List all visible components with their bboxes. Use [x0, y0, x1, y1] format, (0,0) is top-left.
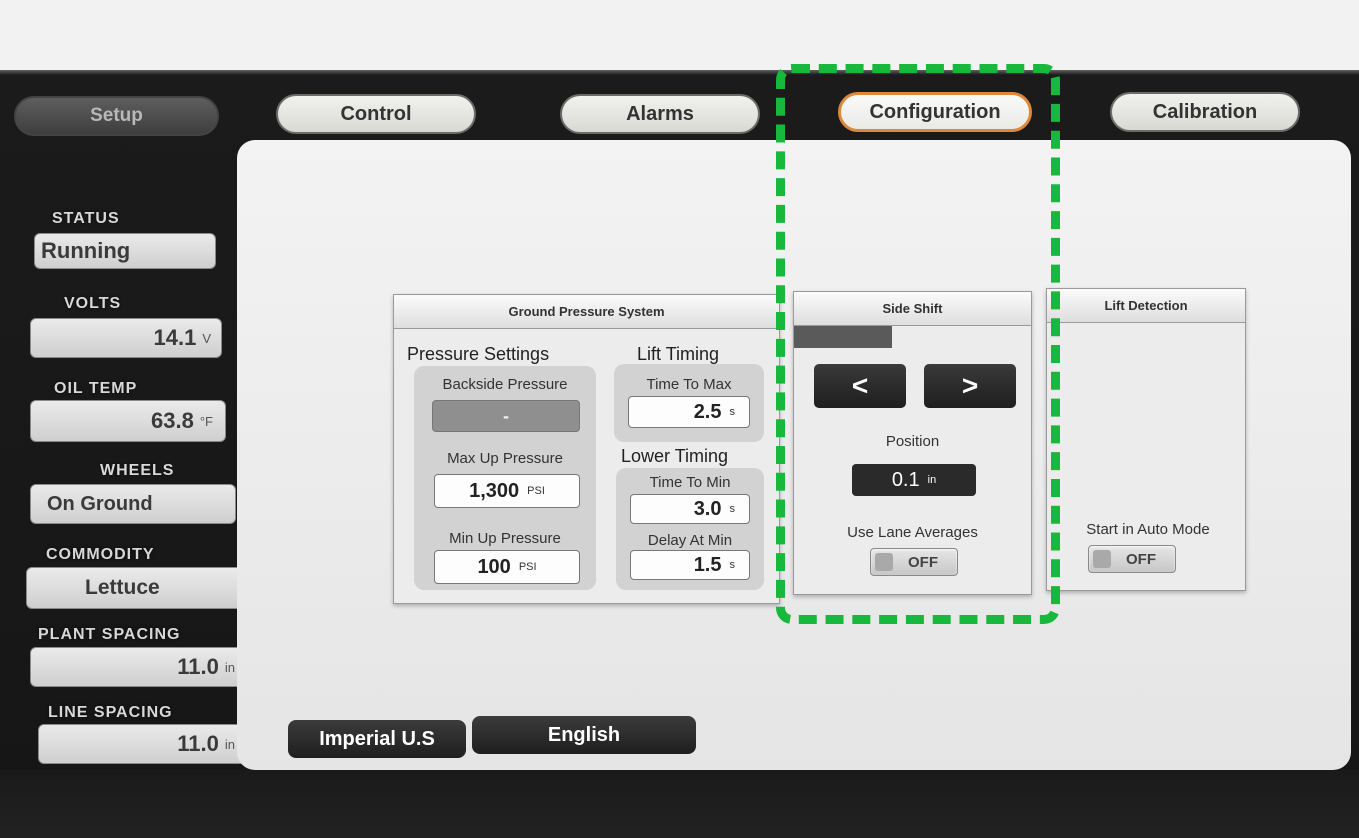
- tab-setup[interactable]: Setup: [14, 96, 219, 136]
- side-shift-title: Side Shift: [794, 292, 1031, 326]
- oil-temp-number: 63.8: [151, 408, 194, 433]
- delay-at-min-field[interactable]: 1.5 s: [630, 550, 750, 580]
- lower-timing-heading: Lower Timing: [621, 446, 729, 466]
- lane-averages-toggle[interactable]: OFF: [870, 548, 958, 576]
- position-value: 0.1: [891, 468, 920, 491]
- auto-mode-toggle[interactable]: OFF: [1088, 545, 1176, 573]
- plant-spacing-unit: in: [224, 659, 235, 675]
- line-spacing-unit: in: [224, 736, 235, 752]
- time-to-min-unit: s: [729, 503, 736, 515]
- line-spacing-label: LINE SPACING: [48, 704, 173, 721]
- max-up-pressure-value: 1,300: [469, 479, 520, 502]
- max-up-pressure-unit: PSI: [527, 485, 545, 497]
- lane-averages-label: Use Lane Averages: [847, 524, 978, 541]
- time-to-min-field[interactable]: 3.0 s: [630, 494, 750, 524]
- min-up-pressure-value: 100: [477, 555, 511, 578]
- volts-label: VOLTS: [64, 295, 122, 312]
- position-readout: 0.1 in: [852, 464, 976, 496]
- tab-alarms[interactable]: Alarms: [560, 94, 760, 134]
- min-up-pressure-field[interactable]: 100 PSI: [434, 550, 580, 584]
- backside-pressure-label: Backside Pressure: [442, 376, 568, 393]
- oil-temp-label: OIL TEMP: [54, 380, 138, 397]
- position-label: Position: [885, 433, 940, 450]
- plant-spacing-number: 11.0: [177, 654, 219, 679]
- time-to-min-value: 3.0: [693, 497, 722, 520]
- status-label: STATUS: [52, 210, 120, 227]
- min-up-pressure-label: Min Up Pressure: [449, 530, 561, 547]
- tab-calibration[interactable]: Calibration: [1110, 92, 1300, 132]
- time-to-max-value: 2.5: [693, 400, 722, 423]
- commodity-label: COMMODITY: [46, 546, 155, 563]
- commodity-value: Lettuce: [26, 567, 244, 609]
- tab-control[interactable]: Control: [276, 94, 476, 134]
- delay-at-min-unit: s: [729, 559, 736, 571]
- max-up-pressure-field[interactable]: 1,300 PSI: [434, 474, 580, 508]
- volts-value: 14.1 V: [30, 318, 222, 358]
- backside-pressure-value: -: [432, 400, 580, 432]
- status-value: Running: [34, 233, 216, 269]
- delay-at-min-label: Delay At Min: [647, 532, 733, 549]
- bezel-top: [0, 0, 1359, 70]
- shift-right-button[interactable]: >: [924, 364, 1016, 408]
- min-up-pressure-unit: PSI: [518, 561, 537, 573]
- units-button[interactable]: Imperial U.S: [288, 720, 466, 758]
- plant-spacing-value: 11.0 in: [30, 647, 248, 687]
- pressure-settings-heading: Pressure Settings: [407, 344, 550, 364]
- volts-number: 14.1: [153, 325, 197, 350]
- lift-timing-heading: Lift Timing: [637, 344, 720, 364]
- position-unit: in: [927, 474, 937, 486]
- time-to-max-field[interactable]: 2.5 s: [628, 396, 750, 428]
- wheels-label: WHEELS: [100, 462, 175, 479]
- side-shift-indicator: [794, 326, 892, 348]
- lift-detection-title: Lift Detection: [1047, 289, 1245, 323]
- time-to-min-label: Time To Min: [649, 474, 731, 491]
- bezel-bottom: [0, 770, 1359, 838]
- ground-pressure-title: Ground Pressure System: [394, 295, 779, 329]
- delay-at-min-value: 1.5: [693, 553, 722, 576]
- max-up-pressure-label: Max Up Pressure: [447, 450, 563, 467]
- auto-mode-label: Start in Auto Mode: [1086, 521, 1210, 538]
- wheels-value: On Ground: [30, 484, 236, 524]
- language-button[interactable]: English: [472, 716, 696, 754]
- auto-mode-state: OFF: [1126, 550, 1156, 568]
- shift-left-button[interactable]: <: [814, 364, 906, 408]
- line-spacing-number: 11.0: [177, 731, 219, 756]
- volts-unit: V: [202, 330, 211, 346]
- oil-temp-value: 63.8 °F: [30, 400, 226, 442]
- line-spacing-value: 11.0 in: [38, 724, 248, 764]
- lane-averages-state: OFF: [908, 553, 938, 571]
- time-to-max-label: Time To Max: [646, 376, 732, 393]
- tab-configuration[interactable]: Configuration: [838, 92, 1032, 132]
- plant-spacing-label: PLANT SPACING: [38, 626, 181, 643]
- time-to-max-unit: s: [729, 406, 736, 418]
- oil-temp-unit: °F: [199, 413, 213, 429]
